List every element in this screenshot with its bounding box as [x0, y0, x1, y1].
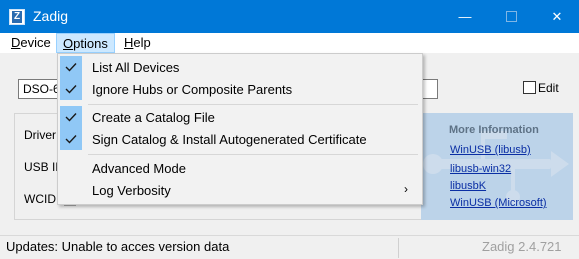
maximize-button: [488, 0, 534, 33]
submenu-arrow-icon: ›: [404, 182, 408, 196]
menu-help[interactable]: Help: [118, 33, 157, 53]
window-title: Zadig: [33, 8, 69, 24]
zadig-icon-letter: Z: [12, 11, 22, 23]
edit-label: Edit: [538, 81, 559, 95]
checkmark-icon: [60, 56, 82, 78]
zadig-icon[interactable]: Z: [9, 9, 25, 25]
menu-options[interactable]: Options: [56, 33, 115, 53]
device-select-value: DSO-6: [23, 82, 60, 96]
menu-item-log-verbosity[interactable]: Log Verbosity ›: [59, 179, 421, 201]
menu-item-advanced-mode[interactable]: Advanced Mode: [59, 157, 421, 179]
menu-device-rest: evice: [20, 35, 51, 50]
menu-item-label: Create a Catalog File: [92, 110, 215, 125]
menu-options-mnemonic: O: [63, 36, 74, 51]
menu-item-label: List All Devices: [92, 60, 180, 75]
menu-item-label: Log Verbosity: [92, 183, 171, 198]
link-libusbk[interactable]: libusbK: [450, 180, 486, 192]
link-winusb-libusb[interactable]: WinUSB (libusb): [450, 144, 531, 156]
status-divider: [398, 238, 399, 258]
menu-item-label: Advanced Mode: [92, 161, 186, 176]
menu-item-label: Sign Catalog & Install Autogenerated Cer…: [92, 132, 367, 147]
more-information-title: More Information: [449, 124, 539, 136]
options-menu: List All Devices Ignore Hubs or Composit…: [57, 53, 423, 205]
menu-separator: [88, 154, 418, 155]
menu-separator: [88, 104, 418, 105]
menu-device[interactable]: Device: [5, 33, 57, 53]
maximize-icon: [505, 11, 517, 23]
close-icon: ✕: [551, 9, 563, 24]
menu-help-mnemonic: H: [124, 35, 134, 50]
menu-device-mnemonic: D: [11, 35, 21, 50]
checkmark-icon: [60, 128, 82, 150]
menu-item-sign-catalog[interactable]: Sign Catalog & Install Autogenerated Cer…: [59, 128, 421, 150]
menu-item-ignore-hubs[interactable]: Ignore Hubs or Composite Parents: [59, 78, 421, 100]
status-bar: Updates: Unable to acces version data Za…: [0, 235, 579, 259]
menu-options-rest: ptions: [73, 36, 108, 51]
menu-item-create-catalog[interactable]: Create a Catalog File: [59, 106, 421, 128]
minimize-button[interactable]: —: [442, 0, 488, 33]
checkmark-icon: [60, 106, 82, 128]
close-button[interactable]: ✕: [534, 0, 579, 33]
version-label: Zadig 2.4.721: [482, 239, 562, 254]
minimize-icon: —: [458, 9, 472, 24]
menu-item-list-all-devices[interactable]: List All Devices: [59, 56, 421, 78]
more-information-panel: More Information WinUSB (libusb) libusb-…: [421, 113, 573, 220]
checkmark-icon: [60, 78, 82, 100]
edit-checkbox[interactable]: [523, 81, 536, 94]
link-libusb-win32[interactable]: libusb-win32: [450, 163, 511, 175]
link-winusb-microsoft[interactable]: WinUSB (Microsoft): [450, 197, 547, 209]
wcid-label: WCID: [24, 192, 56, 206]
menu-bar: Device Options Help: [0, 33, 579, 53]
driver-label: Driver: [24, 128, 56, 142]
title-bar: Z Zadig — ✕: [0, 0, 579, 33]
menu-item-label: Ignore Hubs or Composite Parents: [92, 82, 293, 97]
status-message: Updates: Unable to acces version data: [6, 239, 230, 254]
menu-help-rest: elp: [133, 35, 151, 50]
